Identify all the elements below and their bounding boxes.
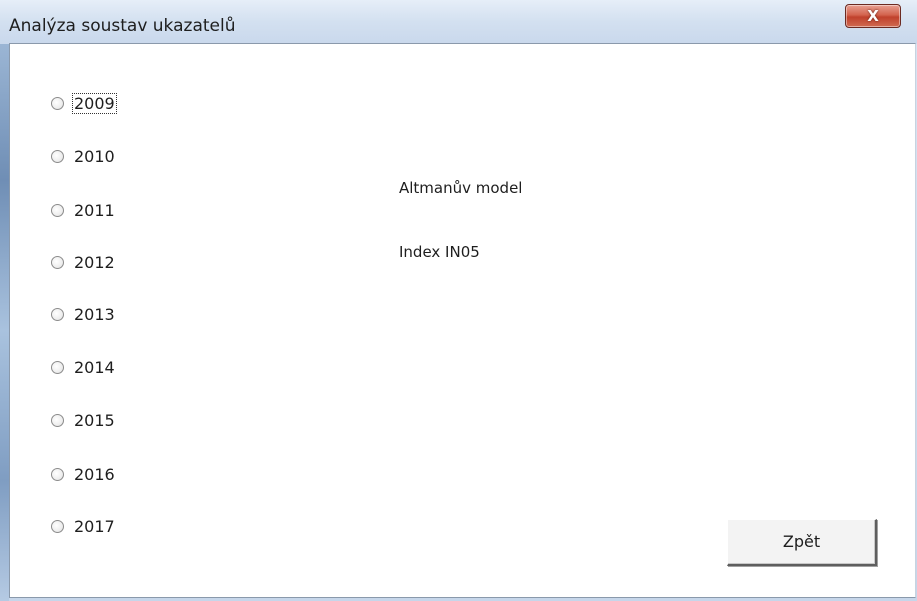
radio-year-2016[interactable]: 2016 (51, 463, 117, 485)
radio-year-2009[interactable]: 2009 (51, 92, 117, 114)
radio-label: 2013 (74, 304, 115, 324)
radio-button-icon[interactable] (51, 467, 64, 481)
radio-year-2017[interactable]: 2017 (51, 515, 117, 537)
close-button[interactable]: X (845, 4, 901, 28)
radio-label: 2017 (74, 516, 115, 536)
dialog-client-area: 2009 2010 2011 2012 2013 2014 2015 2016 … (9, 43, 916, 598)
close-icon: X (867, 7, 879, 25)
dialog-window: Analýza soustav ukazatelů X 2009 2010 20… (0, 0, 917, 601)
radio-button-icon[interactable] (51, 149, 64, 163)
title-bar[interactable]: Analýza soustav ukazatelů X (0, 0, 917, 44)
radio-label: 2009 (72, 92, 117, 114)
radio-year-2013[interactable]: 2013 (51, 303, 117, 325)
window-title: Analýza soustav ukazatelů (9, 16, 236, 36)
radio-label: 2015 (74, 410, 115, 430)
radio-label: 2016 (74, 464, 115, 484)
radio-year-2014[interactable]: 2014 (51, 356, 117, 378)
radio-button-icon[interactable] (51, 307, 64, 321)
radio-label: 2014 (74, 357, 115, 377)
radio-label: 2010 (74, 146, 115, 166)
window-frame-left (0, 0, 9, 601)
index-in05-label: Index IN05 (399, 243, 480, 261)
radio-button-icon[interactable] (51, 519, 64, 533)
radio-label: 2012 (74, 252, 115, 272)
altman-model-label: Altmanův model (399, 179, 523, 197)
radio-label: 2011 (74, 200, 115, 220)
radio-button-icon[interactable] (51, 413, 64, 427)
radio-button-icon[interactable] (51, 360, 64, 374)
radio-year-2012[interactable]: 2012 (51, 251, 117, 273)
radio-button-icon[interactable] (51, 255, 64, 269)
radio-year-2011[interactable]: 2011 (51, 199, 117, 221)
radio-year-2010[interactable]: 2010 (51, 145, 117, 167)
radio-button-icon[interactable] (51, 203, 64, 217)
back-button[interactable]: Zpět (727, 519, 877, 566)
radio-year-2015[interactable]: 2015 (51, 409, 117, 431)
radio-button-icon[interactable] (51, 96, 64, 110)
